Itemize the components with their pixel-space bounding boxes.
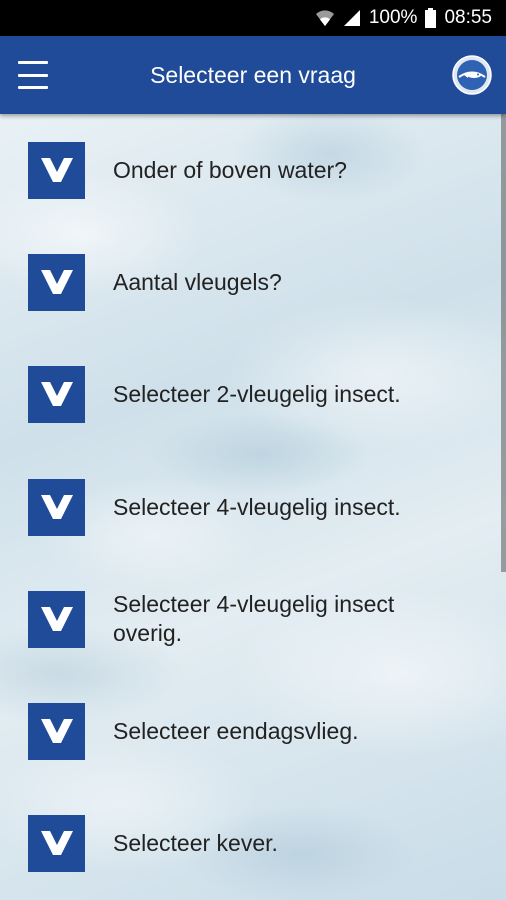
signal-icon xyxy=(343,9,361,27)
question-item-7[interactable]: Selecteer kever. xyxy=(0,787,500,899)
question-item-1[interactable]: Onder of boven water? xyxy=(0,114,500,226)
question-item-6[interactable]: Selecteer eendagsvlieg. xyxy=(0,675,500,787)
v-badge-icon xyxy=(28,702,85,760)
question-label: Selecteer kever. xyxy=(113,829,278,856)
question-label: Selecteer 4-vleugelig insect. xyxy=(113,493,401,520)
question-label: Selecteer 2-vleugelig insect. xyxy=(113,380,401,407)
v-badge-icon xyxy=(28,590,85,648)
v-badge-icon xyxy=(28,814,85,872)
app-bar: Selecteer een vraag xyxy=(0,36,506,114)
battery-percent: 100% xyxy=(368,7,418,28)
page-title: Selecteer een vraag xyxy=(150,61,356,88)
question-label: Selecteer 4-vleugelig insect overig. xyxy=(113,591,395,646)
v-badge-icon xyxy=(28,253,85,311)
question-label: Selecteer eendagsvlieg. xyxy=(113,717,359,744)
question-item-5[interactable]: Selecteer 4-vleugelig insect overig. xyxy=(0,563,500,675)
clock: 08:55 xyxy=(444,7,492,28)
status-bar: 100% 08:55 xyxy=(0,0,506,36)
question-label: Onder of boven water? xyxy=(113,156,347,183)
v-badge-icon xyxy=(28,141,85,199)
question-item-2[interactable]: Aantal vleugels? xyxy=(0,226,500,338)
question-list-area: Onder of boven water? Aantal vleugels? S… xyxy=(0,114,506,900)
question-label: Aantal vleugels? xyxy=(113,268,282,295)
battery-icon xyxy=(425,8,437,28)
question-item-3[interactable]: Selecteer 2-vleugelig insect. xyxy=(0,338,500,450)
scrollbar[interactable] xyxy=(501,114,506,572)
v-badge-icon xyxy=(28,478,85,536)
question-item-4[interactable]: Selecteer 4-vleugelig insect. xyxy=(0,451,500,563)
app-logo-icon[interactable] xyxy=(452,55,492,95)
v-badge-icon xyxy=(28,365,85,423)
wifi-icon xyxy=(315,9,335,27)
